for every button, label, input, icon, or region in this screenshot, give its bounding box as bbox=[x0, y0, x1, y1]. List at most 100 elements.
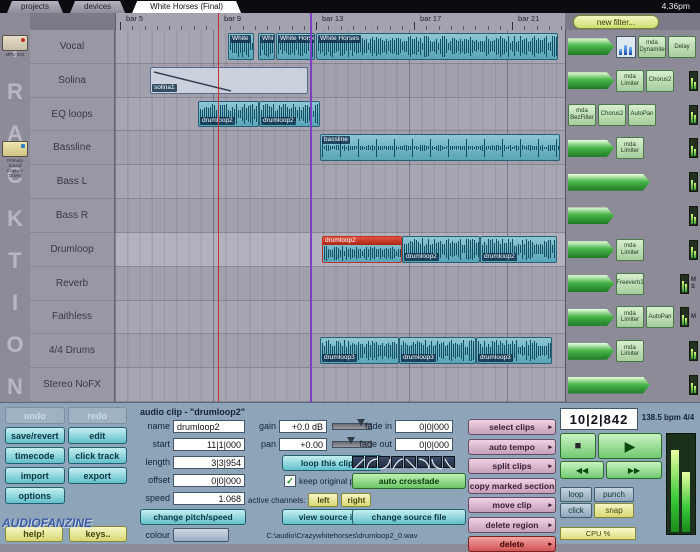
fade-out-field[interactable]: 0|0|000 bbox=[395, 437, 453, 451]
start-field[interactable]: 11|1|000 bbox=[173, 437, 245, 451]
change-source-file-button[interactable]: change source file bbox=[352, 509, 466, 525]
track-lane-vocal[interactable]: White Whi White Horses White Horses bbox=[115, 30, 565, 64]
click-track-button[interactable]: click track bbox=[67, 447, 127, 464]
volume-pan-filter[interactable] bbox=[568, 72, 614, 89]
track-lane-reverb[interactable] bbox=[115, 266, 565, 301]
clip-title-bar[interactable]: drumloop2 bbox=[323, 236, 401, 245]
length-field[interactable]: 3|3|954 bbox=[173, 455, 245, 469]
channel-right-button[interactable]: right bbox=[341, 493, 372, 507]
track-lane-bass-r[interactable] bbox=[115, 199, 565, 233]
fade-shape-button[interactable] bbox=[391, 456, 404, 470]
track-lane-drumloop[interactable]: drumloop2 drumloop2 drumloop2 bbox=[115, 232, 565, 267]
plugin-mda-dynamite[interactable]: mda Dynamite bbox=[638, 35, 666, 58]
volume-pan-filter[interactable] bbox=[568, 309, 614, 326]
name-field[interactable]: drumloop2 bbox=[173, 419, 245, 433]
track-lane-eq-loops[interactable]: drumloop2 drumloop2 bbox=[115, 97, 565, 132]
fade-shape-button[interactable] bbox=[443, 456, 456, 470]
offset-field[interactable]: 0|0|000 bbox=[173, 473, 245, 487]
level-meter-filter[interactable] bbox=[616, 35, 636, 58]
volume-pan-filter[interactable] bbox=[568, 275, 614, 292]
timecode-button[interactable]: timecode bbox=[5, 447, 65, 464]
track-name-reverb[interactable]: Reverb bbox=[30, 267, 114, 301]
track-name-faithless[interactable]: Faithless bbox=[30, 301, 114, 335]
plugin-freeverb3[interactable]: Freeverb3 bbox=[616, 272, 644, 295]
time-display[interactable]: 10|2|842 bbox=[560, 408, 638, 430]
plugin-mda-limiter[interactable]: mda Limiter bbox=[616, 69, 644, 92]
volume-pan-filter[interactable] bbox=[568, 207, 614, 224]
delete-button[interactable]: delete ▸ bbox=[468, 536, 556, 552]
midi-device[interactable]: MPU-401 bbox=[2, 35, 28, 57]
audio-clip-whi[interactable]: Whi bbox=[258, 33, 275, 60]
speed-field[interactable]: 1.068 bbox=[173, 491, 245, 505]
volume-pan-filter[interactable] bbox=[568, 343, 614, 360]
track-name-eq-loops[interactable]: EQ loops bbox=[30, 98, 114, 132]
audio-clip-bassline[interactable]: bassline bbox=[320, 134, 560, 162]
track-lane-faithless[interactable] bbox=[115, 300, 565, 335]
audio-clip-drumloop2[interactable]: drumloop2 bbox=[322, 235, 402, 263]
track-lane-4-4-drums[interactable]: drumloop3 drumloop3 drumloop3 bbox=[115, 334, 565, 369]
select-clips-button[interactable]: select clips ▸ bbox=[468, 419, 556, 435]
plugin-autopan[interactable]: AutoPan bbox=[628, 103, 656, 126]
track-lane-stereo-nofx[interactable] bbox=[115, 368, 565, 402]
volume-pan-filter[interactable] bbox=[568, 38, 614, 55]
stop-button[interactable]: ■ bbox=[560, 433, 596, 459]
audio-clip-drumloop2[interactable]: drumloop2 bbox=[480, 235, 557, 263]
track-name-vocal[interactable]: Vocal bbox=[30, 30, 114, 64]
volume-pan-filter[interactable] bbox=[568, 174, 650, 191]
edit-button[interactable]: edit bbox=[67, 427, 127, 444]
copy-marked-section-button[interactable]: copy marked section bbox=[468, 477, 556, 494]
fade-shape-button[interactable] bbox=[365, 456, 378, 470]
track-name-bass-l[interactable]: Bass L bbox=[30, 165, 114, 200]
track-lane-bassline[interactable]: bassline bbox=[115, 131, 565, 166]
plugin-mda-limiter[interactable]: mda Limiter bbox=[616, 340, 644, 363]
track-lane-bass-l[interactable] bbox=[115, 165, 565, 200]
volume-pan-filter[interactable] bbox=[568, 140, 614, 157]
audio-clip-drumloop3[interactable]: drumloop3 bbox=[399, 337, 476, 365]
pan-field[interactable]: +0.00 bbox=[279, 437, 327, 451]
fade-shape-button[interactable] bbox=[352, 456, 365, 470]
mute-solo-buttons[interactable]: M bbox=[691, 314, 698, 321]
audio-clip-drumloop3[interactable]: drumloop3 bbox=[320, 337, 399, 365]
gain-field[interactable]: +0.0 dB bbox=[279, 419, 327, 433]
volume-pan-filter[interactable] bbox=[568, 241, 614, 258]
new-filter-button[interactable]: new filter... bbox=[573, 15, 659, 29]
plugin-autopan[interactable]: AutoPan bbox=[646, 306, 674, 329]
click-toggle[interactable]: click bbox=[560, 503, 592, 518]
track-lane-solina[interactable]: solina1 bbox=[115, 63, 565, 98]
auto-crossfade-button[interactable]: auto crossfade bbox=[352, 473, 466, 489]
channel-left-button[interactable]: left bbox=[308, 493, 339, 507]
fade-in-field[interactable]: 0|0|000 bbox=[395, 419, 453, 433]
track-name-solina[interactable]: Solina bbox=[30, 64, 114, 98]
mute-solo-buttons[interactable]: MS bbox=[691, 277, 698, 290]
plugin-chorus2[interactable]: Chorus2 bbox=[646, 69, 674, 92]
auto-tempo-button[interactable]: auto tempo ▸ bbox=[468, 438, 556, 455]
tab-projects[interactable]: projects bbox=[7, 1, 63, 13]
audio-clip-drumloop2[interactable]: drumloop2 bbox=[198, 100, 259, 128]
audio-clip-drumloop2[interactable]: drumloop2 bbox=[402, 235, 480, 263]
plugin-mda-bezfilter[interactable]: mda BezFilter bbox=[568, 103, 596, 126]
tempo-display[interactable]: 138.5 bpm 4/4 bbox=[638, 413, 698, 422]
plugin-mda-limiter[interactable]: mda Limiter bbox=[616, 306, 644, 329]
play-button[interactable]: ▶ bbox=[598, 433, 662, 459]
arrangement-grid[interactable]: White Whi White Horses White Horses solina1 d… bbox=[115, 30, 565, 402]
fade-shape-button[interactable] bbox=[404, 456, 417, 470]
audio-clip-drumloop3[interactable]: drumloop3 bbox=[476, 337, 552, 365]
track-name-bass-r[interactable]: Bass R bbox=[30, 199, 114, 233]
plugin-mda-limiter[interactable]: mda Limiter bbox=[616, 238, 644, 261]
plugin-mda-limiter[interactable]: mda Limiter bbox=[616, 137, 644, 160]
import-button[interactable]: import bbox=[5, 467, 65, 484]
audio-clip-white-horses[interactable]: White Horses bbox=[276, 33, 315, 60]
punch-toggle[interactable]: punch bbox=[594, 487, 634, 502]
export-button[interactable]: export bbox=[67, 467, 127, 484]
audio-clip-white-horses[interactable]: White Horses bbox=[316, 33, 558, 60]
track-name-drumloop[interactable]: Drumloop bbox=[30, 233, 114, 267]
move-clip-button[interactable]: move clip ▸ bbox=[468, 497, 556, 513]
plugin-delay[interactable]: Delay bbox=[668, 35, 696, 58]
fade-shape-button[interactable] bbox=[417, 456, 430, 470]
tab-devices[interactable]: devices bbox=[70, 1, 125, 13]
track-name-stereo-nofx[interactable]: Stereo NoFX bbox=[30, 368, 114, 402]
ruler[interactable]: bar 5 bar 9 bar 13 bar 17 bar 21 bbox=[115, 13, 565, 30]
split-clips-button[interactable]: split clips ▸ bbox=[468, 458, 556, 474]
audio-clip-drumloop2[interactable]: drumloop2 bbox=[259, 100, 320, 128]
delete-region-button[interactable]: delete region ▸ bbox=[468, 516, 556, 533]
